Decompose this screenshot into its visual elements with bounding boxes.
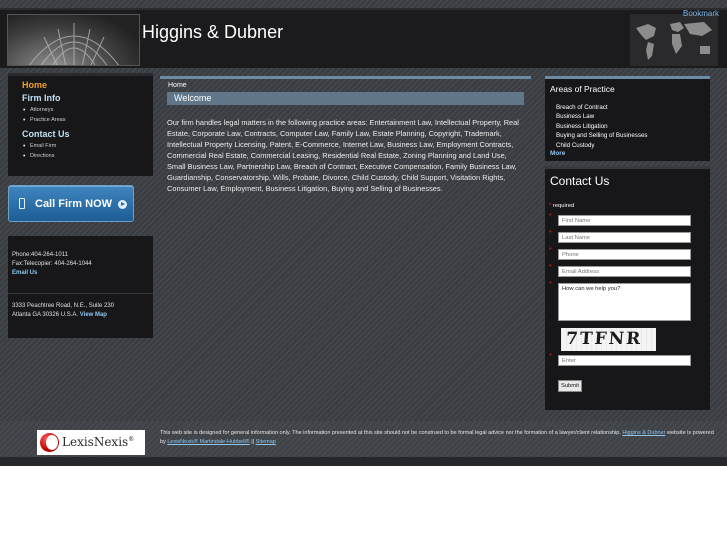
area-link[interactable]: Child Custody	[556, 142, 595, 149]
play-circle-icon	[118, 200, 127, 209]
areas-title: Areas of Practice	[550, 84, 615, 94]
required-star: *	[549, 213, 552, 220]
required-label: required	[552, 203, 575, 209]
world-map-image	[630, 14, 718, 66]
first-name-field[interactable]	[558, 215, 691, 226]
area-link[interactable]: Business Litigation	[556, 123, 608, 130]
address-city: Atlanta GA 30326 U.S.A.	[12, 312, 79, 318]
practice-areas-paragraph: Our firm handles legal matters in the fo…	[167, 118, 519, 194]
nav-firm-info[interactable]: Firm Info	[22, 93, 153, 103]
footer-separator: ||	[251, 439, 255, 445]
required-star: *	[549, 203, 552, 209]
lexisnexis-wordmark: LexisNexis®	[62, 435, 135, 449]
more-areas-link[interactable]: More	[550, 150, 565, 157]
site-title: Higgins & Dubner	[142, 22, 284, 42]
required-star: *	[549, 281, 552, 288]
phone-field[interactable]	[558, 249, 691, 260]
nav-practice-areas-link[interactable]: Practice Areas	[23, 117, 153, 124]
fax-number: Fax:Telecopier: 404-264-1044	[12, 261, 92, 267]
firm-name-link[interactable]: Higgins & Dubner	[622, 430, 665, 436]
area-link[interactable]: Buying and Selling of Businesses	[556, 132, 648, 139]
captcha-text: 7TFNR	[565, 329, 643, 349]
left-navigation: Home Firm Info Attorneys Practice Areas …	[8, 73, 153, 176]
areas-of-practice-box: Areas of Practice Breach of Contract Bus…	[545, 76, 710, 161]
lexisnexis-ball-icon	[40, 433, 59, 452]
lexisnexis-martindale-link[interactable]: LexisNexis® Martindale-Hubbell®	[167, 439, 249, 445]
contact-form-title: Contact Us	[550, 174, 610, 188]
nav-home-link[interactable]: Home	[22, 80, 153, 90]
site-footer: LexisNexis® This web site is designed fo…	[0, 421, 727, 457]
submit-button[interactable]: Submit	[558, 380, 582, 392]
required-note: * required	[549, 203, 574, 209]
divider	[8, 293, 153, 294]
view-map-link[interactable]: View Map	[80, 312, 107, 318]
phone-icon	[19, 198, 25, 209]
email-us-link[interactable]: Email Us	[12, 270, 37, 276]
required-star: *	[549, 230, 552, 237]
page-title: Welcome	[174, 93, 212, 103]
breadcrumb[interactable]: Home	[168, 82, 187, 89]
area-link[interactable]: Business Law	[556, 113, 594, 120]
address-line-1: 3333 Peachtree Road, N.E., Suite 230	[12, 303, 115, 309]
lexisnexis-logo[interactable]: LexisNexis®	[37, 430, 145, 455]
disclaimer-text: This web site is designed for general in…	[160, 430, 621, 436]
captcha-input[interactable]	[558, 355, 691, 366]
nav-email-firm-link[interactable]: Email Firm	[23, 143, 153, 150]
captcha-image: 7TFNR	[561, 328, 656, 351]
bookmark-link[interactable]: Bookmark	[683, 9, 719, 18]
email-field[interactable]	[558, 266, 691, 277]
welcome-heading-bar: Welcome	[167, 92, 524, 105]
main-content: Home Welcome Our firm handles legal matt…	[160, 76, 531, 416]
site-header: Higgins & Dubner Bookmark	[0, 8, 727, 68]
required-star: *	[549, 264, 552, 271]
footer-disclaimer: This web site is designed for general in…	[160, 429, 720, 447]
contact-form: Contact Us * required * * * * * How can …	[545, 166, 710, 410]
last-name-field[interactable]	[558, 232, 691, 243]
phone-number: Phone:404-264-1011	[12, 252, 68, 258]
call-firm-now-button[interactable]: Call Firm NOW	[8, 185, 134, 222]
nav-attorneys-link[interactable]: Attorneys	[23, 107, 153, 114]
address-line-2: Atlanta GA 30326 U.S.A. View Map	[12, 312, 107, 318]
footer-bottom-bar	[0, 457, 727, 466]
message-textarea[interactable]: How can we help you?	[558, 283, 691, 321]
required-star: *	[549, 353, 552, 360]
nav-contact-us[interactable]: Contact Us	[22, 129, 153, 139]
contact-info-box: Phone:404-264-1011 Fax:Telecopier: 404-2…	[8, 236, 153, 338]
areas-list: Breach of Contract Business Law Business…	[556, 103, 648, 150]
capitol-dome-image	[7, 14, 140, 66]
nav-directions-link[interactable]: Directions	[23, 153, 153, 160]
sitemap-link[interactable]: Sitemap	[256, 439, 276, 445]
call-firm-label: Call Firm NOW	[35, 198, 113, 210]
required-star: *	[549, 247, 552, 254]
area-link[interactable]: Breach of Contract	[556, 104, 608, 111]
